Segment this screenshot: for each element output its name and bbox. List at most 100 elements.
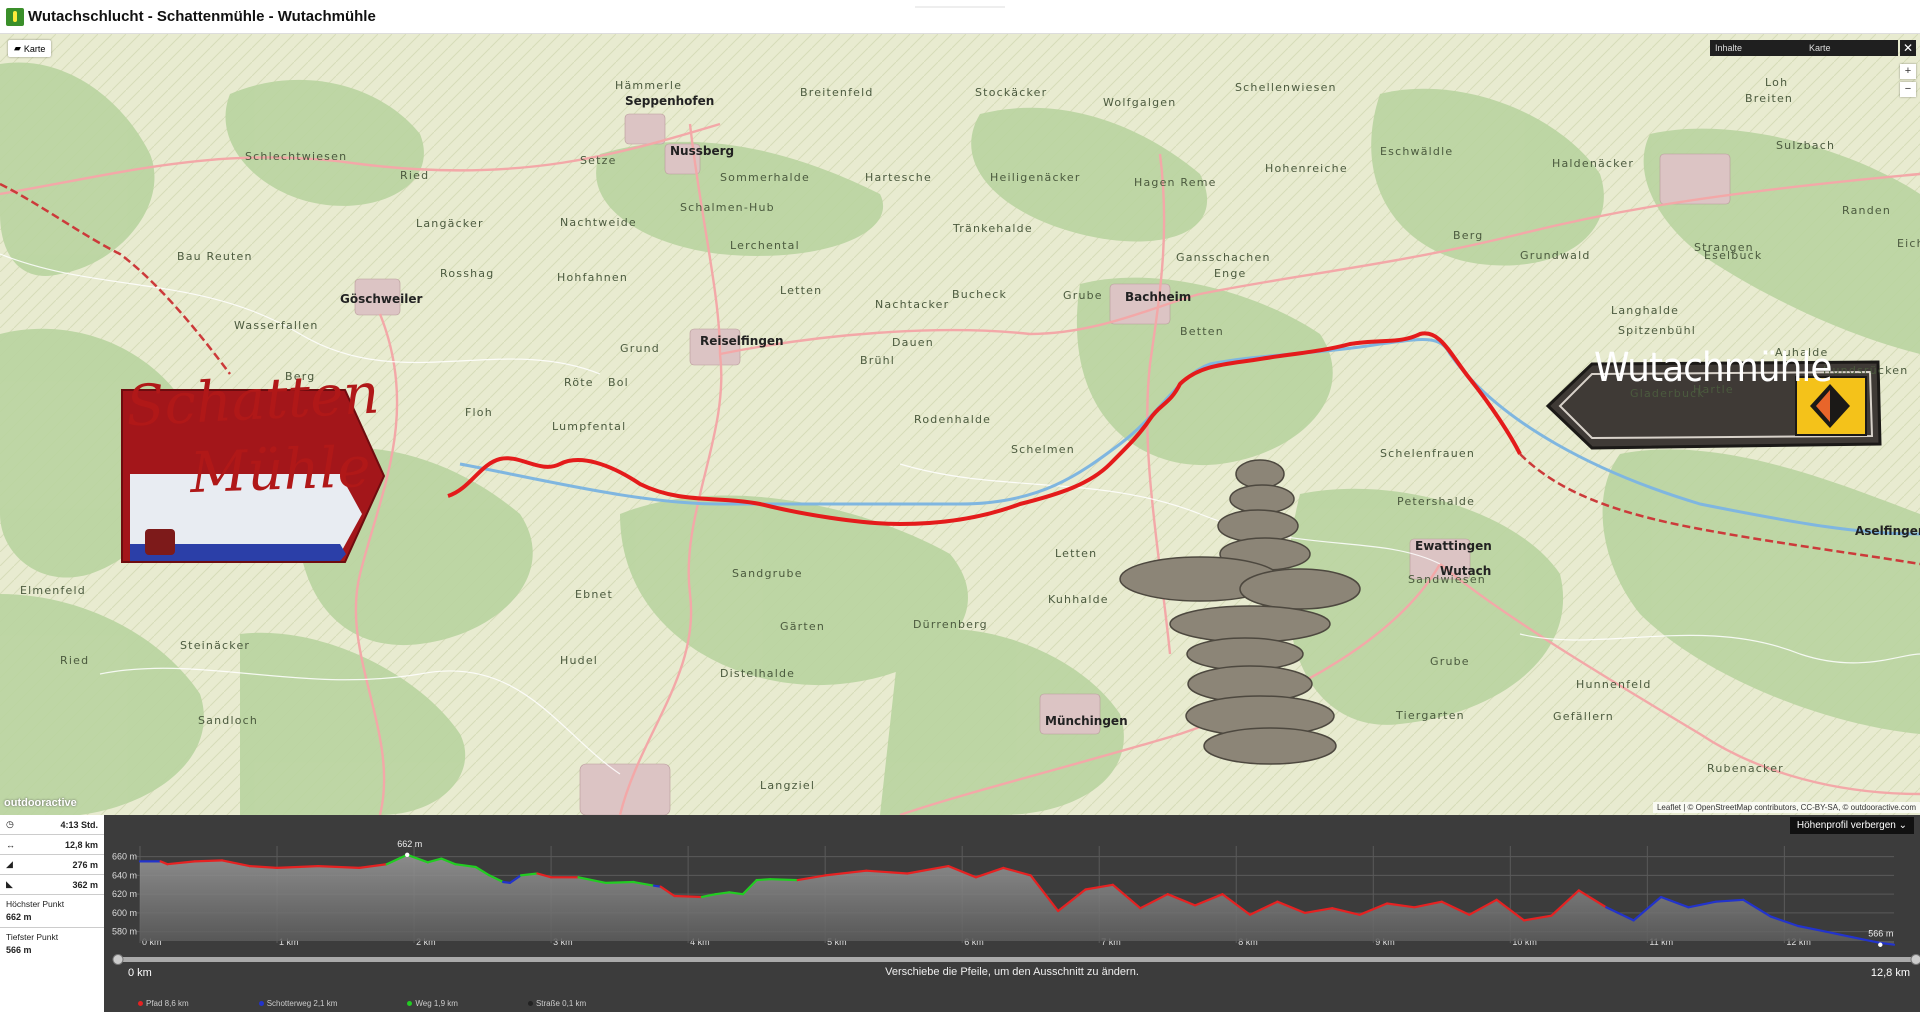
map-place-label: Distelhalde [720, 667, 796, 680]
map-place-label: Hohenreiche [1265, 162, 1348, 175]
hiking-icon [6, 7, 24, 26]
legend-item: Schotterweg 2,1 km [258, 999, 337, 1008]
map-place-label: Wasserfallen [234, 319, 319, 332]
ascent-icon: ◢ [6, 859, 13, 869]
stat-highest: Höchster Punkt 662 m [0, 895, 104, 928]
map-place-label: Hundsrücken [1823, 364, 1909, 377]
legend-item: Weg 1,9 km [407, 999, 458, 1008]
map-place-label: Lerchental [730, 239, 800, 252]
descent-icon: ◣ [6, 879, 13, 889]
map-place-label: Elmenfeld [20, 584, 86, 597]
legend-dot-icon [407, 1001, 413, 1006]
legend-dot-icon [138, 1001, 143, 1006]
map-place-label: Röte [564, 376, 594, 389]
elevation-profile[interactable]: 660 m640 m620 m600 m580 m0 km 1 km 2 km 3 k… [104, 815, 1920, 965]
map-place-label: Sulzbach [1776, 139, 1836, 152]
y-tick-label: 660 m [112, 852, 137, 862]
sign-schattenmuehle-line1: Schatten [124, 361, 381, 440]
brand-logo: outdooractive [4, 797, 77, 809]
map-place-label: Hagen Reme [1134, 176, 1217, 189]
stat-ascent: ◢ 276 m [0, 855, 104, 875]
map-place-label: Eselbuck [1704, 249, 1763, 262]
map-place-label: Hudel [560, 654, 599, 667]
legend-item: Straße 0,1 km [527, 999, 587, 1008]
profile-segment [769, 878, 799, 882]
map-place-label: Berg [1453, 229, 1484, 242]
map-place-label: Rubenacker [1707, 762, 1784, 775]
sign-schattenmuehle-line2: Mühle [188, 434, 372, 507]
map-place-label: Schlechtwiesen [245, 150, 348, 163]
map-place-label: Hämmerle [615, 79, 683, 92]
layer-contents-tab[interactable]: Inhalte [1710, 43, 1804, 53]
close-icon[interactable]: ✕ [1900, 40, 1916, 56]
map-place-label: Nussberg [670, 144, 735, 158]
map-place-label: Bol [608, 376, 629, 389]
map-place-label: Nachtweide [560, 216, 637, 229]
map-place-label: Sandgrube [732, 567, 803, 580]
map-place-label: Hartesche [865, 171, 932, 184]
map-place-label: Stockäcker [975, 86, 1048, 99]
map-place-label: Grund [620, 342, 660, 355]
map-place-label: Rodenhalde [914, 413, 992, 426]
range-hint: Verschiebe die Pfeile, um den Ausschnitt… [885, 966, 1139, 978]
map-place-label: Sandloch [198, 714, 259, 727]
map-place-label: Ried [400, 169, 430, 182]
range-handle-right[interactable] [1910, 954, 1920, 965]
map-place-label: Grundwald [1520, 249, 1591, 262]
stat-duration: ◷ 4:13 Std. [0, 815, 104, 835]
map-place-label: Letten [780, 284, 823, 297]
zoom-out-button[interactable]: − [1900, 82, 1916, 97]
map-place-label: Aselfingen [1855, 524, 1920, 538]
map-place-label: Reiselfingen [700, 334, 784, 348]
map-place-label: Gefällern [1553, 710, 1614, 723]
distance-icon: ↔ [6, 839, 15, 850]
low-marker [1878, 942, 1883, 947]
map-place-label: Ried [60, 654, 90, 667]
map-place-label: Langziel [760, 779, 816, 792]
profile-area [140, 854, 1894, 945]
map-place-label: Rosshag [440, 267, 495, 280]
map-place-label: Gärten [780, 620, 826, 633]
stat-descent: ◣ 362 m [0, 875, 104, 895]
layer-switcher[interactable]: Inhalte Karte [1710, 40, 1898, 56]
map-place-label: Schelenfrauen [1380, 447, 1476, 460]
map-place-label: Breiten [1745, 92, 1794, 105]
y-tick-label: 580 m [112, 927, 137, 937]
page-title: Wutachschlucht - Schattenmühle - Wutachm… [28, 8, 376, 25]
stat-lowest: Tiefster Punkt 566 m [6, 932, 59, 955]
map-place-label: Sandwiesen [1408, 573, 1486, 586]
map-place-label: Dürrenberg [913, 618, 988, 631]
legend-label: Weg 1,9 km [415, 999, 458, 1008]
legend-dot-icon [527, 1001, 533, 1006]
profile-segment [604, 880, 635, 885]
clock-icon: ◷ [6, 819, 14, 829]
map-place-label: Schelmen [1011, 443, 1075, 456]
map-type-button[interactable]: ▰ Karte [8, 40, 52, 57]
map-place-label: Randen [1842, 204, 1892, 217]
map-place-label: Setze [580, 154, 617, 167]
map-place-label: Haldenäcker [1552, 157, 1635, 170]
drag-handle[interactable] [915, 6, 1005, 8]
y-tick-label: 600 m [112, 908, 137, 918]
map-place-label: Kuhhalde [1048, 593, 1109, 606]
peak-marker [405, 852, 410, 858]
zoom-in-button[interactable]: + [1900, 64, 1916, 79]
map-place-label: Bachheim [1125, 290, 1192, 304]
layer-map-tab[interactable]: Karte [1804, 43, 1898, 53]
map-place-label: Loh [1765, 76, 1789, 89]
range-track[interactable] [116, 957, 1918, 962]
map-attribution[interactable]: Leaflet | © OpenStreetMap contributors, … [1652, 802, 1920, 813]
map-place-label: Schellenwiesen [1235, 81, 1337, 94]
map-place-label: Enge [1214, 267, 1247, 280]
map-place-label: Bau Reuten [177, 250, 253, 263]
range-handle-left[interactable] [112, 954, 124, 965]
map-place-label: Tränkehalde [953, 222, 1033, 235]
legend-label: Pfad 8,6 km [146, 999, 189, 1008]
map-place-label: Göschweiler [340, 292, 423, 306]
legend-label: Straße 0,1 km [535, 999, 587, 1008]
title-bar: Wutachschlucht - Schattenmühle - Wutachm… [0, 0, 1920, 34]
map-icon: ▰ [14, 43, 21, 53]
map-place-label: Eschwäldle [1380, 145, 1454, 158]
map-place-label: Hunnenfeld [1576, 678, 1652, 691]
stat-distance: ↔ 12,8 km [0, 835, 104, 855]
